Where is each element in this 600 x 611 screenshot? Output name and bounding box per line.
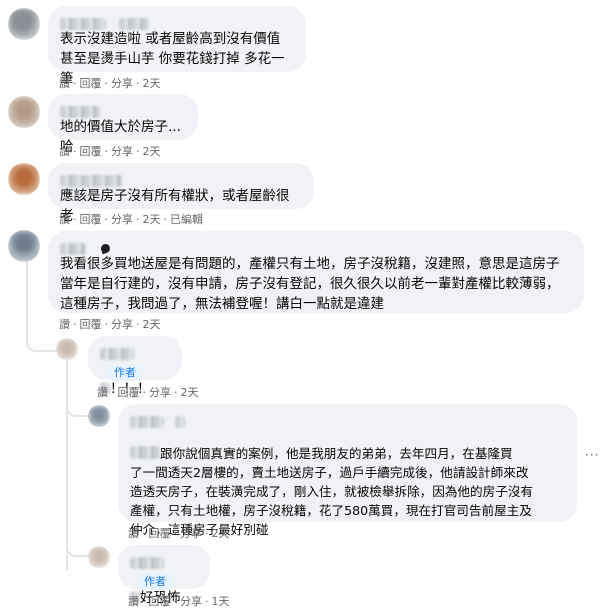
like-button[interactable]: 讚 [59, 316, 70, 332]
comment-bubble: 應該是房子沒有所有權狀，或者屋齡很老 [48, 163, 314, 224]
like-button[interactable]: 讚 [59, 75, 70, 91]
comment-actions: 讚 · 回覆 · 分享 · 2天 [59, 316, 161, 332]
thread-connector [66, 395, 90, 417]
comment-actions: 讚 · 回覆 · 分享 · 2天 [59, 75, 161, 91]
thread-line [26, 258, 28, 338]
reply-button[interactable]: 回覆 [80, 316, 102, 332]
reply-button[interactable]: 回覆 [80, 143, 102, 159]
comment-bubble: 地的價值大於房子...哈 [48, 94, 198, 155]
comment-bubble: 我看很多買地送屋是有問題的，產權只有土地，房子沒稅籍，沒建照，意思是這房子 當年… [48, 231, 584, 313]
reply-bubble: 跟你說個真實的案例，他是我朋友的弟弟，去年四月，在基隆買 了一間透天2層樓的，賣… [118, 404, 577, 537]
like-button[interactable]: 讚 [128, 525, 139, 541]
reply-actions: 讚 · 回覆 · 分享 · 1天 [128, 593, 230, 609]
avatar[interactable] [8, 163, 40, 195]
reply-button[interactable]: 回覆 [149, 593, 171, 609]
like-button[interactable]: 讚 [97, 384, 108, 400]
avatar[interactable] [88, 546, 110, 568]
comment-bubble: 表示沒建造啦 或者屋齡高到沒有價值 甚至是燙手山芋 你要花錢打掉 多花一筆 [48, 6, 306, 87]
avatar[interactable] [56, 338, 78, 360]
author-name[interactable] [130, 411, 565, 428]
avatar[interactable] [88, 405, 110, 427]
timestamp[interactable]: 2天 [143, 211, 161, 227]
author-name[interactable]: 作者 [100, 343, 170, 381]
more-options-icon[interactable]: ··· [585, 448, 599, 462]
reply-bubble: 作者 好恐怖 [118, 545, 210, 606]
author-name[interactable] [60, 238, 572, 255]
comment-text: 我看很多買地送屋是有問題的，產權只有土地，房子沒稅籍，沒建照，意思是這房子 當年… [60, 256, 560, 312]
share-button[interactable]: 分享 [149, 384, 171, 400]
like-button[interactable]: 讚 [59, 143, 70, 159]
thread-connector [26, 330, 58, 352]
reply-actions: 讚 · 回覆 · 分享 · 2天 [128, 525, 230, 541]
reply-bubble: 作者 ！！！ [88, 336, 182, 397]
avatar[interactable] [8, 96, 40, 128]
author-name[interactable] [60, 101, 186, 118]
timestamp[interactable]: 2天 [143, 143, 161, 159]
timestamp[interactable]: 2天 [143, 316, 161, 332]
share-button[interactable]: 分享 [111, 75, 133, 91]
reply-button[interactable]: 回覆 [149, 525, 171, 541]
share-button[interactable]: 分享 [180, 593, 202, 609]
share-button[interactable]: 分享 [111, 143, 133, 159]
author-name[interactable]: 作者 [130, 552, 198, 590]
comment-actions: 讚 · 回覆 · 分享 · 2天 · 已編輯 [59, 211, 203, 227]
timestamp[interactable]: 1天 [212, 593, 230, 609]
share-button[interactable]: 分享 [111, 316, 133, 332]
comment-actions: 讚 · 回覆 · 分享 · 2天 [59, 143, 161, 159]
timestamp[interactable]: 2天 [143, 75, 161, 91]
avatar[interactable] [8, 230, 40, 262]
timestamp[interactable]: 2天 [212, 525, 230, 541]
avatar[interactable] [8, 8, 40, 40]
like-button[interactable]: 讚 [59, 211, 70, 227]
reply-text: 跟你說個真實的案例，他是我朋友的弟弟，去年四月，在基隆買 了一間透天2層樓的，賣… [130, 446, 533, 537]
author-name[interactable] [60, 13, 294, 30]
reply-button[interactable]: 回覆 [80, 75, 102, 91]
share-button[interactable]: 分享 [180, 525, 202, 541]
author-name[interactable] [60, 170, 302, 187]
thread-connector [66, 535, 90, 557]
reaction-icon [99, 242, 112, 255]
edited-label[interactable]: 已編輯 [170, 211, 203, 227]
like-button[interactable]: 讚 [128, 593, 139, 609]
timestamp[interactable]: 2天 [181, 384, 199, 400]
reply-button[interactable]: 回覆 [80, 211, 102, 227]
share-button[interactable]: 分享 [111, 211, 133, 227]
reply-actions: 讚 · 回覆 · 分享 · 2天 [97, 384, 199, 400]
reply-button[interactable]: 回覆 [118, 384, 140, 400]
